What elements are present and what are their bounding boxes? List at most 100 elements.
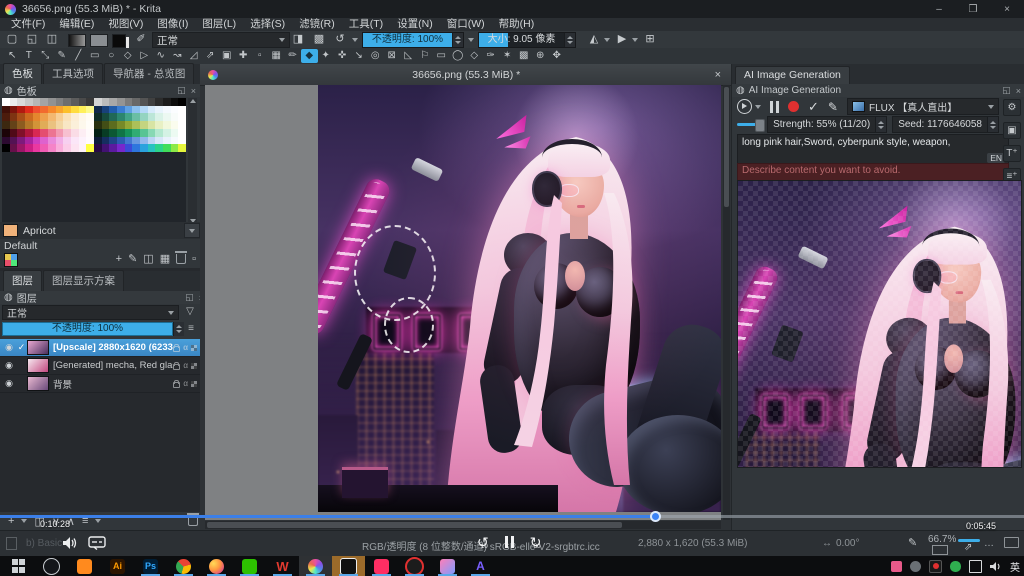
pen-pressure-icon[interactable]: ✎: [908, 536, 917, 549]
tray-device-icon[interactable]: [910, 561, 921, 572]
tab-left-dock-2[interactable]: 导航器 - 总览图: [104, 63, 194, 84]
vertical-scrollbar[interactable]: [723, 85, 730, 520]
alpha-lock-icon[interactable]: α: [183, 343, 188, 352]
forward-30-button[interactable]: ↻30: [530, 535, 542, 549]
volume-icon[interactable]: [62, 536, 78, 550]
strength-spinbox[interactable]: Strength: 55% (11/20): [767, 116, 887, 133]
tool-31[interactable]: ▩: [516, 49, 533, 63]
swatch-1-11[interactable]: [86, 106, 94, 114]
blending-mode-dropdown[interactable]: 正常: [152, 32, 290, 48]
swatch-6-12[interactable]: [94, 144, 102, 152]
taskbar-app-pink-app[interactable]: [365, 556, 398, 576]
swatch-4-23[interactable]: [178, 129, 186, 137]
swatch-0-18[interactable]: [140, 98, 148, 106]
swatch-0-1[interactable]: [10, 98, 18, 106]
menu-item-10[interactable]: 帮助(H): [492, 18, 542, 31]
swatch-6-8[interactable]: [63, 144, 71, 152]
swatch-1-0[interactable]: [2, 106, 10, 114]
swatch-2-1[interactable]: [10, 113, 18, 121]
swatch-5-20[interactable]: [155, 137, 163, 145]
float-docker-icon[interactable]: ◱: [177, 85, 186, 96]
layer-opacity-spinner[interactable]: [173, 322, 184, 336]
swatch-0-15[interactable]: [117, 98, 125, 106]
swatch-3-18[interactable]: [140, 121, 148, 129]
tray-recorder-icon[interactable]: [929, 560, 942, 573]
swatch-4-7[interactable]: [56, 129, 64, 137]
tray-pink-app-icon[interactable]: [891, 561, 902, 572]
swatch-4-16[interactable]: [125, 129, 133, 137]
swatch-6-11[interactable]: [86, 144, 94, 152]
swatch-6-3[interactable]: [25, 144, 33, 152]
swatch-3-1[interactable]: [10, 121, 18, 129]
float-docker-icon[interactable]: ◱: [1002, 85, 1011, 96]
swatch-dropdown-button[interactable]: [184, 223, 200, 238]
tool-25[interactable]: ⚐: [417, 49, 434, 63]
swatch-3-14[interactable]: [109, 121, 117, 129]
swatch-0-13[interactable]: [102, 98, 110, 106]
inherit-alpha-icon[interactable]: [191, 381, 197, 387]
swatch-5-6[interactable]: [48, 137, 56, 145]
more-button[interactable]: ▫: [192, 253, 196, 265]
tool-15[interactable]: ▫: [252, 49, 269, 63]
swatch-5-8[interactable]: [63, 137, 71, 145]
swatch-2-22[interactable]: [171, 113, 179, 121]
tool-22[interactable]: ◎: [367, 49, 384, 63]
layer-row-1[interactable]: ◉[Generated] mecha, Red glasse...α: [0, 357, 200, 375]
swatch-1-19[interactable]: [148, 106, 156, 114]
grid-view-button[interactable]: ▦: [160, 252, 170, 265]
layer-checked-icon[interactable]: ✓: [16, 342, 27, 353]
menu-item-3[interactable]: 图像(I): [150, 18, 195, 31]
swatch-1-20[interactable]: [155, 106, 163, 114]
swatch-2-12[interactable]: [94, 113, 102, 121]
swatch-4-19[interactable]: [148, 129, 156, 137]
swatch-0-22[interactable]: [171, 98, 179, 106]
tool-4[interactable]: ╱: [70, 49, 87, 63]
lock-icon[interactable]: [173, 346, 180, 352]
swatch-5-18[interactable]: [140, 137, 148, 145]
menu-item-1[interactable]: 编辑(E): [52, 18, 101, 31]
overflow-menu-icon[interactable]: …: [984, 538, 994, 549]
swatch-3-22[interactable]: [171, 121, 179, 129]
swatch-3-11[interactable]: [86, 121, 94, 129]
swatch-4-15[interactable]: [117, 129, 125, 137]
swatch-4-1[interactable]: [10, 129, 18, 137]
taskbar-app-video-editor[interactable]: [68, 556, 101, 576]
swatch-0-6[interactable]: [48, 98, 56, 106]
brush-size-slider[interactable]: 大小: 9.05 像素: [478, 32, 576, 48]
taskbar-app-a-app[interactable]: A: [464, 556, 497, 576]
swatch-1-16[interactable]: [125, 106, 133, 114]
swatch-4-18[interactable]: [140, 129, 148, 137]
swatch-3-15[interactable]: [117, 121, 125, 129]
swatch-4-9[interactable]: [71, 129, 79, 137]
taskbar-app-wechat[interactable]: [233, 556, 266, 576]
swatch-1-4[interactable]: [33, 106, 41, 114]
chevron-down-icon[interactable]: [352, 38, 358, 42]
swatch-6-5[interactable]: [40, 144, 48, 152]
swatch-4-2[interactable]: [17, 129, 25, 137]
swatch-0-21[interactable]: [163, 98, 171, 106]
settings-gear-icon[interactable]: ⚙: [1003, 99, 1021, 116]
layer-row-2[interactable]: ◉背景α: [0, 375, 200, 393]
swatch-0-10[interactable]: [79, 98, 87, 106]
horizontal-scrollbar[interactable]: [205, 521, 721, 529]
swatch-4-5[interactable]: [40, 129, 48, 137]
swatch-5-19[interactable]: [148, 137, 156, 145]
swatch-5-14[interactable]: [109, 137, 117, 145]
swatch-2-2[interactable]: [17, 113, 25, 121]
swatch-6-22[interactable]: [171, 144, 179, 152]
generate-button[interactable]: [737, 99, 761, 114]
menu-item-9[interactable]: 窗口(W): [440, 18, 492, 31]
opacity-slider[interactable]: 不透明度: 100%: [362, 32, 464, 48]
swatch-2-17[interactable]: [132, 113, 140, 121]
swatch-0-17[interactable]: [132, 98, 140, 106]
swatch-4-8[interactable]: [63, 129, 71, 137]
tab-layers-dock-0[interactable]: 图层: [3, 270, 42, 291]
swatch-6-19[interactable]: [148, 144, 156, 152]
swatch-6-14[interactable]: [109, 144, 117, 152]
tool-26[interactable]: ▭: [433, 49, 450, 63]
swatch-4-21[interactable]: [163, 129, 171, 137]
video-pause-button[interactable]: [505, 536, 514, 548]
swatch-3-3[interactable]: [25, 121, 33, 129]
swatch-6-7[interactable]: [56, 144, 64, 152]
layer-visibility-icon[interactable]: ◉: [2, 378, 16, 389]
